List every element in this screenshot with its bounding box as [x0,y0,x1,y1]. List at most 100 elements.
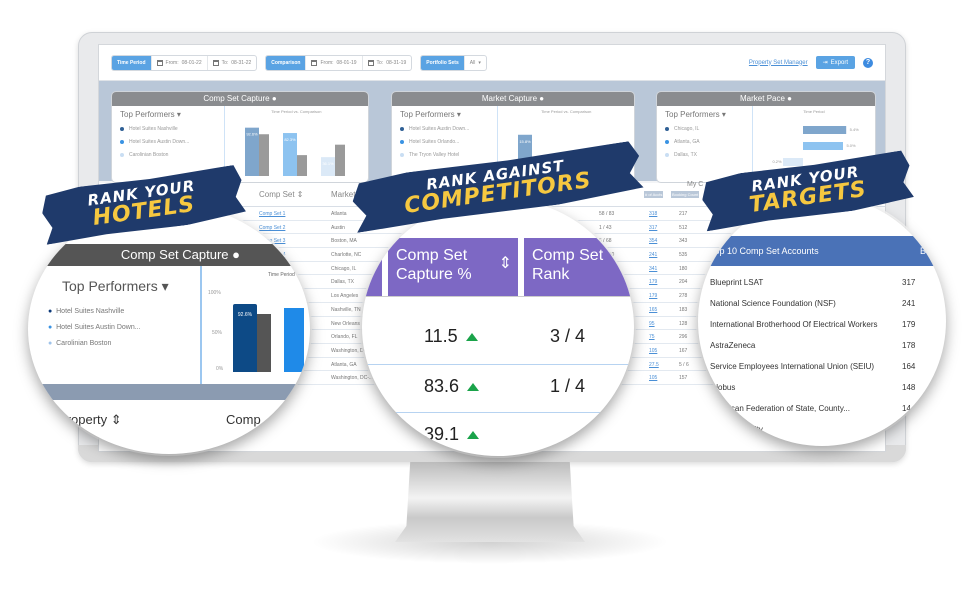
market-cell: New Orleans [331,320,360,327]
bar-chart: 92.6% 82.3% 36.1% [244,127,345,176]
accts-link[interactable]: 317 [649,225,657,231]
export-button[interactable]: ⇥ Export [815,56,855,69]
market-cell: Chicago, IL [331,265,357,272]
col-comp[interactable]: Comp [226,412,261,427]
accts-link[interactable]: 354 [649,238,657,244]
top-performers-dropdown[interactable]: Top Performers ▾ [400,110,489,119]
accounts-header: Top 10 Comp Set Accounts Book [698,236,946,266]
top-performers-dropdown[interactable]: Top Performers ▾ [665,110,744,119]
legend-item: ● Hotel Suites Nashville [48,308,125,315]
account-name[interactable]: International Brotherhood Of Electrical … [710,320,877,329]
bar-time-period [782,158,803,166]
bar-label: 5.4% [850,127,860,132]
property-set-manager-link[interactable]: Property Set Manager [749,60,808,66]
booking-cell: 296 [679,334,688,341]
account-name[interactable]: Blueprint LSAT [710,278,763,287]
accts-link[interactable]: 105 [649,375,657,381]
booking-cell: 183 [679,306,688,313]
booking-cell: 204 [679,279,688,286]
sort-icon: ⇕ [498,255,512,272]
legend-item: The Tryon Valley Hotel [400,152,489,158]
legend-item: ● Hotel Suites Austin Down... [48,324,141,331]
magnifier-targets: Top 10 Comp Set Accounts Book Blueprint L… [698,196,946,446]
col-accts[interactable]: # of Accts [644,191,664,198]
col-prev [362,238,382,296]
legend-item: Chicago, IL [665,126,744,132]
market-cell: Boston, MA [331,238,357,245]
accts-link[interactable]: 95 [649,321,655,327]
comp-set-link[interactable]: Comp Set 2 [259,225,285,231]
time-period-filter[interactable]: Time Period From: 08-01-22 To: 08-31-22 [111,54,258,71]
accts-link[interactable]: 165 [649,307,657,313]
accts-link[interactable]: 341 [649,266,657,272]
from-value: 08-01-22 [181,59,202,66]
market-cell: Atlanta, GA [331,361,357,368]
col-property[interactable]: Property ⇕ [58,412,122,428]
ratio-cell: 1 / 43 [599,224,612,231]
accts-link[interactable]: 179 [649,279,657,285]
account-name[interactable]: Service Employees International Union (S… [710,362,874,371]
legend-item: Hotel Suites Nashville [120,126,216,132]
accts-link[interactable]: 75 [649,334,655,340]
account-name[interactable]: Globus [710,383,735,392]
account-name[interactable]: National Science Foundation (NSF) [710,299,836,308]
to-value: 08-31-19 [386,59,407,66]
y-tick: 50% [212,330,223,336]
bar [284,308,304,372]
from-label: From: [320,59,334,66]
accts-link[interactable]: 105 [649,348,657,354]
trend-up-icon [465,333,478,342]
account-name[interactable]: ...on University [710,425,763,434]
accts-link[interactable]: 318 [649,211,657,217]
bar-comparison [296,155,307,176]
top-performers-dropdown[interactable]: Top Performers ▾ [120,110,216,119]
portfolio-value: All [469,59,476,66]
ratio-cell: 58 / 83 [599,211,615,217]
account-bookings: 148 [902,383,916,392]
help-icon[interactable]: ? [863,57,873,68]
card-comp-set-capture: Comp Set Capture ● Top Performers ▾ Hote… [111,91,369,183]
booking-cell: 217 [679,211,688,217]
col-booking[interactable]: Booking Count [671,191,700,198]
bar-label: 92.6% [246,132,258,137]
account-name[interactable]: AstraZeneca [710,341,755,350]
account-bookings: 241 [902,299,916,308]
trend-up-icon [467,383,480,392]
col-comp-set-rank[interactable]: Comp Set Rank [524,238,634,296]
bar-label: 36.1% [322,161,334,166]
card-title: Market Capture ● [392,92,634,106]
col-my: My C [687,181,704,188]
account-name[interactable]: American Federation of State, County... [710,404,850,413]
legend-item: Hotel Suites Austin Down... [120,139,216,145]
bar-label: 15.8% [520,139,532,144]
y-tick: 0% [216,366,224,372]
bar-time-period [802,142,843,150]
account-bookings: 14 [902,404,911,413]
legend-item: Dallas, TX [665,152,744,158]
col-comp-set[interactable]: Comp Set ⇕ [259,190,304,199]
legend-item: Carolinian Boston [120,152,216,158]
to-label: To: [221,59,229,66]
export-label: Export [830,59,848,66]
col-market[interactable]: Market [331,190,355,199]
accts-link[interactable]: 179 [649,293,657,299]
magnifier-competitors: Comp Set Capture % ⇕ Comp Set Rank 11.5 … [362,198,634,456]
top-performers-dropdown[interactable]: Top Performers ▾ [62,278,169,295]
col-comp-set-capture[interactable]: Comp Set Capture % ⇕ [388,238,518,296]
booking-cell: 128 [679,320,688,327]
monitor-stand [395,462,585,542]
calendar-icon [212,59,219,66]
accts-link[interactable]: 241 [649,252,657,258]
capture-value: 39.1 [424,424,480,445]
comparison-to[interactable]: To: 08-31-19 [361,55,412,70]
portfolio-select[interactable]: All ▾ [463,55,486,70]
to-label: To: [376,59,384,66]
comparison-filter[interactable]: Comparison From: 08-01-19 To: 08-31-19 [265,54,413,71]
bar-label: 82.3% [284,137,296,142]
time-period-from[interactable]: From: 08-01-22 [150,55,207,70]
comp-set-link[interactable]: Comp Set 1 [259,211,285,217]
time-period-to[interactable]: To: 08-31-22 [206,55,257,70]
comparison-from[interactable]: From: 08-01-19 [305,55,361,70]
accts-link[interactable]: 27.5 [649,362,659,368]
portfolio-filter[interactable]: Portfolio Sets All ▾ [420,54,487,71]
